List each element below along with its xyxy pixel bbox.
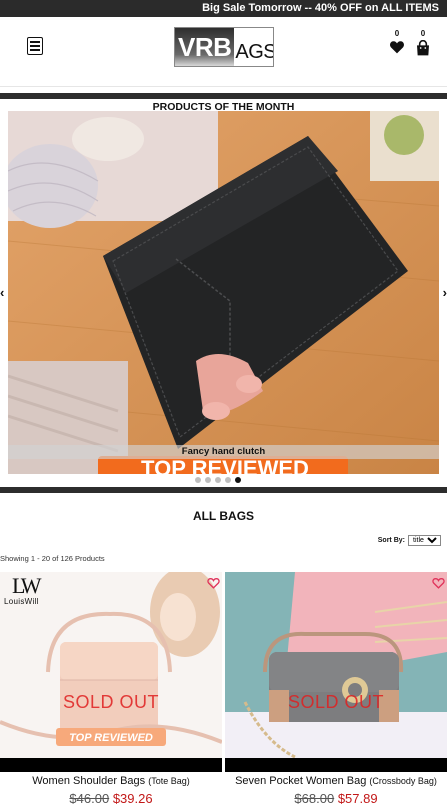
- product-price: $46.00 $39.26: [0, 791, 222, 806]
- section-title: ALL BAGS: [192, 509, 255, 523]
- sold-out-label: SOLD OUT: [62, 692, 159, 712]
- product-title: Seven Pocket Women Bag: [235, 775, 367, 787]
- carousel-dot[interactable]: [195, 477, 201, 483]
- logo-light-text: AGS: [235, 41, 274, 63]
- product-strip: [0, 758, 222, 772]
- cart-count: 0: [420, 29, 426, 38]
- heart-icon[interactable]: [432, 577, 445, 589]
- product-card[interactable]: SOLD OUT Seven Pocket Women Bag (Crossbo…: [225, 572, 447, 806]
- carousel-dot[interactable]: [205, 477, 211, 483]
- product-category: (Tote Bag): [148, 776, 190, 786]
- carousel-dots: [195, 477, 241, 483]
- brand-logo: LW LouisWill: [4, 575, 64, 609]
- product-name[interactable]: Seven Pocket Women Bag (Crossbody Bag): [225, 775, 447, 787]
- results-count: Showing 1 - 20 of 126 Products: [0, 554, 105, 563]
- shopping-bag-icon: [417, 40, 429, 56]
- cart-button[interactable]: 0: [414, 29, 432, 60]
- carousel-dot[interactable]: [215, 477, 221, 483]
- product-image[interactable]: TOP REVIEWED LW LouisWill SOLD OUT: [0, 572, 222, 758]
- promo-text: Big Sale Tomorrow -- 40% OFF on ALL ITEM…: [202, 2, 439, 14]
- old-price: $46.00: [69, 791, 110, 806]
- sort-label: Sort By:: [377, 537, 405, 544]
- sold-out-label: SOLD OUT: [287, 692, 384, 712]
- heart-icon[interactable]: [207, 577, 220, 589]
- divider-band: [0, 487, 447, 493]
- product-name[interactable]: Women Shoulder Bags (Tote Bag): [0, 775, 222, 787]
- clutch-photo: [8, 111, 439, 474]
- product-price: $68.00 $57.89: [225, 791, 447, 806]
- product-image[interactable]: SOLD OUT: [225, 572, 447, 758]
- brand-name: LouisWill: [4, 597, 39, 606]
- carousel-dot-active[interactable]: [235, 477, 241, 483]
- wishlist-button[interactable]: 0: [388, 29, 406, 60]
- product-category: (Crossbody Bag): [369, 776, 437, 786]
- sale-price: $57.89: [337, 791, 378, 806]
- promo-bar: Big Sale Tomorrow -- 40% OFF on ALL ITEM…: [0, 0, 447, 17]
- product-strip: [225, 758, 447, 772]
- product-card[interactable]: TOP REVIEWED LW LouisWill SOLD OUT Women…: [0, 572, 222, 806]
- hamburger-icon[interactable]: [27, 37, 43, 55]
- slide-caption: Fancy hand clutch: [8, 445, 439, 459]
- sort-control: Sort By: title: [378, 535, 441, 546]
- carousel-dot[interactable]: [225, 477, 231, 483]
- old-price: $68.00: [294, 791, 335, 806]
- chevron-right-icon[interactable]: ›: [443, 285, 447, 300]
- logo-dark-text: VRB: [175, 28, 235, 66]
- chevron-left-icon[interactable]: ‹: [0, 285, 4, 300]
- wishlist-count: 0: [394, 29, 400, 38]
- slide-banner-text: TOP REVIEWED: [141, 458, 309, 474]
- brand-mark: LW: [12, 573, 42, 598]
- site-header: VRB AGS 0 0: [0, 17, 447, 87]
- sale-price: $39.26: [112, 791, 153, 806]
- site-logo[interactable]: VRB AGS: [174, 27, 274, 67]
- sort-select[interactable]: title: [408, 535, 441, 546]
- sold-out-overlay: [225, 572, 447, 758]
- carousel-slide-image[interactable]: [8, 111, 439, 474]
- heart-icon: [390, 41, 404, 54]
- products-carousel: PRODUCTS OF THE MONTH ‹ › Fancy hand clu…: [0, 99, 447, 487]
- product-title: Women Shoulder Bags: [32, 775, 146, 787]
- product-badge: TOP REVIEWED: [69, 732, 153, 744]
